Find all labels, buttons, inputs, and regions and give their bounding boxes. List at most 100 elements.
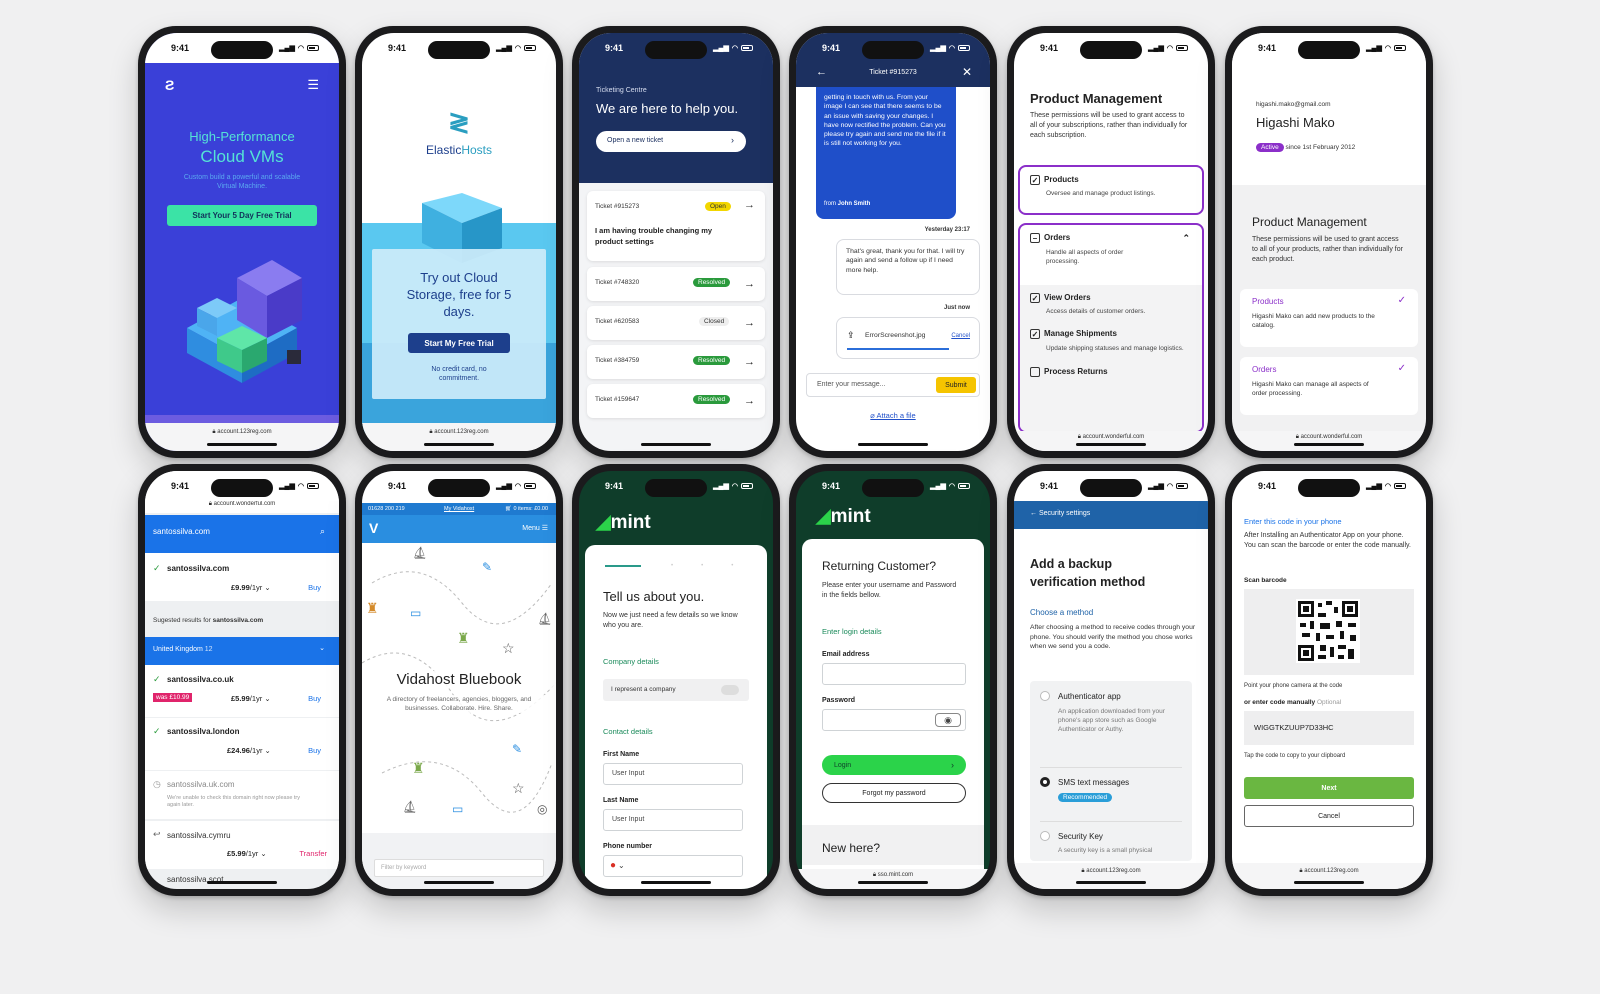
url-text: account.wonderful.com [1082, 434, 1145, 440]
submit-button[interactable]: Submit [936, 377, 976, 393]
signal-icon: ▂▄▆ [279, 483, 295, 490]
open-new-ticket-button[interactable]: Open a new ticket › [596, 131, 746, 152]
checkbox-checked-icon[interactable]: ✓ [1030, 329, 1040, 339]
checkbox-checked-icon[interactable]: ✓ [1030, 293, 1040, 303]
permission-view-orders[interactable]: ✓ View Orders [1030, 293, 1192, 303]
password-field[interactable]: ◉ [822, 709, 966, 731]
radio-security-key[interactable] [1040, 831, 1050, 841]
region-accordion[interactable]: United Kingdom 12 ⌄ [145, 637, 339, 665]
start-trial-button[interactable]: Start Your 5 Day Free Trial [167, 205, 317, 226]
battery-icon [307, 483, 319, 489]
map-illustration: ⛵︎ ✎ ♜ ▭ ♜ ☆ ⛵︎ ✎ ♜ ⛵︎ ▭ ☆ ◎ [362, 546, 556, 816]
menu-button[interactable]: Menu ☰ [522, 524, 548, 532]
mint-logo[interactable]: ◢mint [816, 505, 871, 528]
svg-text:◎: ◎ [537, 802, 547, 816]
ticket-row[interactable]: Ticket #384759 Resolved → [587, 345, 765, 379]
cancel-upload-link[interactable]: Cancel [951, 333, 970, 339]
search-icon[interactable]: ⌕ [320, 526, 325, 537]
last-name-input[interactable]: User Input [603, 809, 743, 831]
url-bar[interactable]: 🔒︎ account.wonderful.com [1232, 431, 1426, 451]
url-text: account.123reg.com [217, 429, 272, 435]
status-icons: ▂▄▆ ◠ [1366, 44, 1406, 52]
manual-code-field[interactable]: WIGGTKZUUP7D33HC [1244, 711, 1414, 745]
vidahost-logo-icon[interactable]: V [369, 520, 378, 536]
permission-orders[interactable]: – Orders ⌃ Handle all aspects of order pro… [1020, 225, 1202, 285]
url-bar[interactable]: 🔒︎ account.wonderful.com [1014, 431, 1208, 451]
phone-mint-signup: 9:41 ▂▄▆ ◠ ◢mint ••• Tell us about you. N… [572, 464, 780, 896]
screen: 9:41 ▂▄▆ ◠ 01628 200 219 My Vidahost 🛒︎ 0… [362, 471, 556, 889]
status-badge: Resolved [693, 356, 731, 365]
battery-icon [1394, 45, 1406, 51]
url-bar-top[interactable]: 🔒︎ account.wonderful.com [145, 501, 339, 513]
screen: 9:41 ▂▄▆ ◠ ← Security settings Add a back… [1014, 471, 1208, 889]
top-info-bar: 01628 200 219 My Vidahost 🛒︎ 0 items: £0… [362, 503, 556, 515]
permission-products[interactable]: Products ✓ Higashi Mako can add new prod… [1240, 289, 1418, 347]
ticket-card-open[interactable]: Ticket #915273 Open I am having trouble … [587, 191, 765, 261]
status-icons: ▂▄▆ ◠ [496, 44, 536, 52]
domain-search-bar[interactable]: santossilva.com ⌕ [145, 515, 339, 553]
cart-summary[interactable]: 🛒︎ 0 items: £0.00 [505, 506, 548, 512]
url-bar[interactable]: 🔒︎ account.123reg.com [145, 423, 339, 451]
attach-file-link[interactable]: ⌀ Attach a file [796, 411, 990, 420]
radio-authenticator[interactable] [1040, 691, 1050, 701]
chevron-up-icon[interactable]: ⌃ [1182, 233, 1190, 244]
battery-icon [741, 483, 753, 489]
arrow-right-icon: → [744, 199, 755, 211]
logo-icon[interactable]: Ƨ [165, 77, 174, 93]
url-bar[interactable]: 🔒︎ account.123reg.com [1014, 863, 1208, 889]
domain-result: ✓ santossilva.com £9.99/1yr ⌄ Buy [145, 553, 339, 601]
signal-icon: ▂▄▆ [713, 483, 729, 490]
account-link[interactable]: My Vidahost [444, 506, 474, 512]
checkbox-checked-icon[interactable]: ✓ [1030, 175, 1040, 185]
buy-button[interactable]: Buy [308, 583, 321, 592]
notch [1080, 479, 1142, 497]
filter-input[interactable]: Filter by keyword [374, 859, 544, 877]
permission-orders[interactable]: Orders ✓ Higashi Mako can manage all asp… [1240, 357, 1418, 415]
hamburger-menu-icon[interactable]: ☰ [307, 77, 319, 93]
next-button[interactable]: Next [1244, 777, 1414, 799]
qr-code-icon[interactable] [1296, 599, 1360, 663]
permission-products[interactable]: ✓ Products Oversee and manage product lis… [1018, 165, 1204, 215]
checkbox-icon[interactable] [1030, 367, 1040, 377]
email-field[interactable] [822, 663, 966, 685]
company-toggle-row[interactable]: I represent a company [603, 679, 749, 701]
forgot-password-button[interactable]: Forgot my password [822, 783, 966, 803]
show-password-eye-icon[interactable]: ◉ [935, 713, 961, 727]
login-button[interactable]: Login › [822, 755, 966, 775]
cancel-button[interactable]: Cancel [1244, 805, 1414, 827]
permission-name: Manage Shipments [1044, 329, 1117, 339]
flag-icon[interactable]: ● [610, 860, 616, 871]
mint-logo[interactable]: ◢mint [596, 511, 651, 534]
hero-subtitle: Custom build a powerful and scalable Vir… [183, 174, 301, 190]
toggle-switch[interactable] [721, 685, 739, 695]
headline: We are here to help you. [596, 101, 739, 116]
buy-button[interactable]: Buy [308, 694, 321, 703]
page-subtitle: A directory of freelancers, agencies, bl… [370, 695, 548, 713]
chevron-down-icon[interactable]: ⌄ [618, 861, 625, 870]
ticket-row[interactable]: Ticket #748320 Resolved → [587, 267, 765, 301]
ticket-id: Ticket #748320 [595, 279, 640, 286]
permission-process-returns[interactable]: Process Returns [1030, 367, 1192, 377]
url-bar[interactable]: 🔒︎ account.123reg.com [1232, 863, 1426, 889]
signal-icon: ▂▄▆ [1148, 483, 1164, 490]
start-free-trial-button[interactable]: Start My Free Trial [408, 333, 510, 353]
message-placeholder: Enter your message... [817, 381, 886, 388]
url-bar[interactable]: 🔒︎ sso.mint.com [796, 869, 990, 889]
first-name-input[interactable]: User Input [603, 763, 743, 785]
permission-desc: Handle all aspects of order processing. [1046, 249, 1124, 265]
phone-input[interactable]: ● ⌄ [603, 855, 743, 877]
ticket-row[interactable]: Ticket #159647 Resolved → [587, 384, 765, 418]
radio-sms-selected[interactable] [1040, 777, 1050, 787]
buy-button[interactable]: Buy [308, 746, 321, 755]
status-badge: Resolved [693, 395, 731, 404]
message-input[interactable]: Enter your message... Submit [806, 373, 980, 397]
ticket-row[interactable]: Ticket #620583 Closed → [587, 306, 765, 340]
checkbox-indeterminate-icon[interactable]: – [1030, 233, 1040, 243]
security-settings-header[interactable]: ← Security settings [1014, 501, 1208, 529]
close-icon[interactable]: ✕ [962, 65, 972, 79]
home-indicator [858, 443, 928, 446]
url-bar[interactable]: 🔒︎ account.123reg.com [362, 423, 556, 451]
permission-manage-shipments[interactable]: ✓ Manage Shipments [1030, 329, 1192, 339]
transfer-button[interactable]: Transfer [299, 849, 327, 858]
back-arrow-icon[interactable]: ← [1030, 510, 1039, 517]
